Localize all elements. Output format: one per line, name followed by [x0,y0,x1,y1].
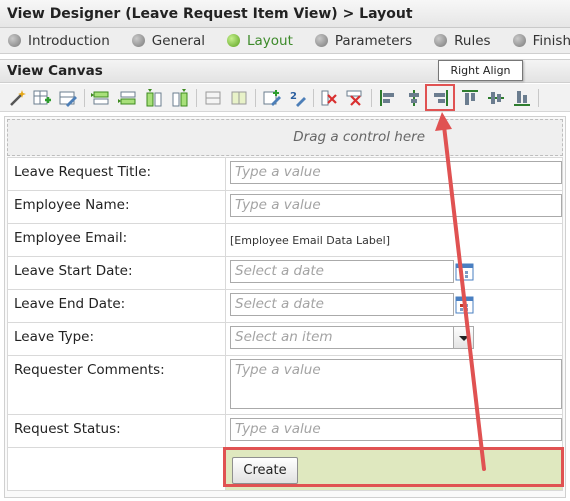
step-status-icon [512,34,526,47]
tooltip: Right Align [438,60,523,81]
window-title: View Designer (Leave Request Item View) … [0,0,570,28]
field-label: Employee Name: [7,190,226,224]
leave-type-dropdown[interactable]: Select an item [230,326,454,349]
form-row: Request Status: Type a value [7,414,563,448]
form-table: Leave Request Title: Type a value Employ… [7,157,563,491]
form-row: Requester Comments: Type a value [7,355,563,415]
align-top-icon[interactable] [460,88,480,108]
wizard-steps: Introduction General Layout Parameters R… [0,28,570,54]
field-label: Employee Email: [7,223,226,257]
field-label: Requester Comments: [7,355,226,415]
field-label: Leave End Date: [7,289,226,323]
chevron-down-icon[interactable] [454,326,474,349]
empty-cell [7,447,226,491]
view-canvas: Drag a control here Leave Request Title:… [4,116,566,498]
insert-column-right-icon[interactable] [170,88,190,108]
step-label: Introduction [28,32,110,49]
field-label: Request Status: [7,414,226,448]
align-middle-icon[interactable] [486,88,506,108]
leave-start-date-picker[interactable]: Select a date [230,260,454,283]
leave-end-date-picker[interactable]: Select a date [230,293,454,316]
step-status-icon [131,34,145,47]
form-row: Employee Email: [Employee Email Data Lab… [7,223,563,257]
step-general[interactable]: General [131,32,205,49]
field-label: Leave Type: [7,322,226,356]
step-layout[interactable]: Layout [226,32,293,49]
toolbar: 2 [0,84,570,112]
split-cells-icon[interactable] [229,88,249,108]
cell-properties-icon[interactable] [262,88,282,108]
calendar-icon[interactable] [455,295,474,314]
step-status-icon [314,34,328,47]
step-status-icon [8,34,21,47]
drop-zone[interactable]: Drag a control here [7,119,563,156]
wizard-icon[interactable] [8,88,28,108]
step-label: Rules [454,32,491,49]
format-cell-icon[interactable]: 2 [288,88,308,108]
delete-row-icon[interactable] [345,88,365,108]
step-parameters[interactable]: Parameters [314,32,413,49]
field-label: Leave Request Title: [7,157,226,191]
insert-row-above-icon[interactable] [90,88,110,108]
step-finished[interactable]: Finished [512,32,570,49]
form-row: Leave Start Date: Select a date [7,256,563,290]
form-row: Employee Name: Type a value [7,190,563,224]
delete-column-icon[interactable] [319,88,339,108]
edit-table-icon[interactable] [58,88,78,108]
align-bottom-icon[interactable] [512,88,532,108]
align-left-icon[interactable] [378,88,398,108]
create-cell[interactable]: Create [225,447,563,491]
form-row: Leave Request Title: Type a value [7,157,563,191]
step-status-icon [434,34,448,47]
step-label: Finished [532,32,570,49]
insert-table-icon[interactable] [32,88,52,108]
form-row: Leave Type: Select an item [7,322,563,356]
requester-comments-textarea[interactable]: Type a value [230,359,562,409]
step-status-icon [226,34,240,47]
employee-email-data-label: [Employee Email Data Label] [230,234,391,247]
align-right-icon[interactable] [430,88,450,108]
step-introduction[interactable]: Introduction [8,33,110,49]
form-row: Create [7,447,563,491]
step-label: Layout [246,32,293,49]
merge-cells-icon[interactable] [203,88,223,108]
step-label: General [151,32,205,49]
svg-text:2: 2 [290,91,297,102]
field-label: Leave Start Date: [7,256,226,290]
request-status-input[interactable]: Type a value [230,418,562,441]
insert-row-below-icon[interactable] [117,88,137,108]
form-row: Leave End Date: Select a date [7,289,563,323]
step-label: Parameters [334,32,413,49]
create-button[interactable]: Create [232,457,298,484]
calendar-icon[interactable] [455,262,474,281]
insert-column-left-icon[interactable] [144,88,164,108]
align-center-icon[interactable] [404,88,424,108]
employee-name-input[interactable]: Type a value [230,194,562,217]
leave-request-title-input[interactable]: Type a value [230,161,562,184]
step-rules[interactable]: Rules [434,32,491,49]
